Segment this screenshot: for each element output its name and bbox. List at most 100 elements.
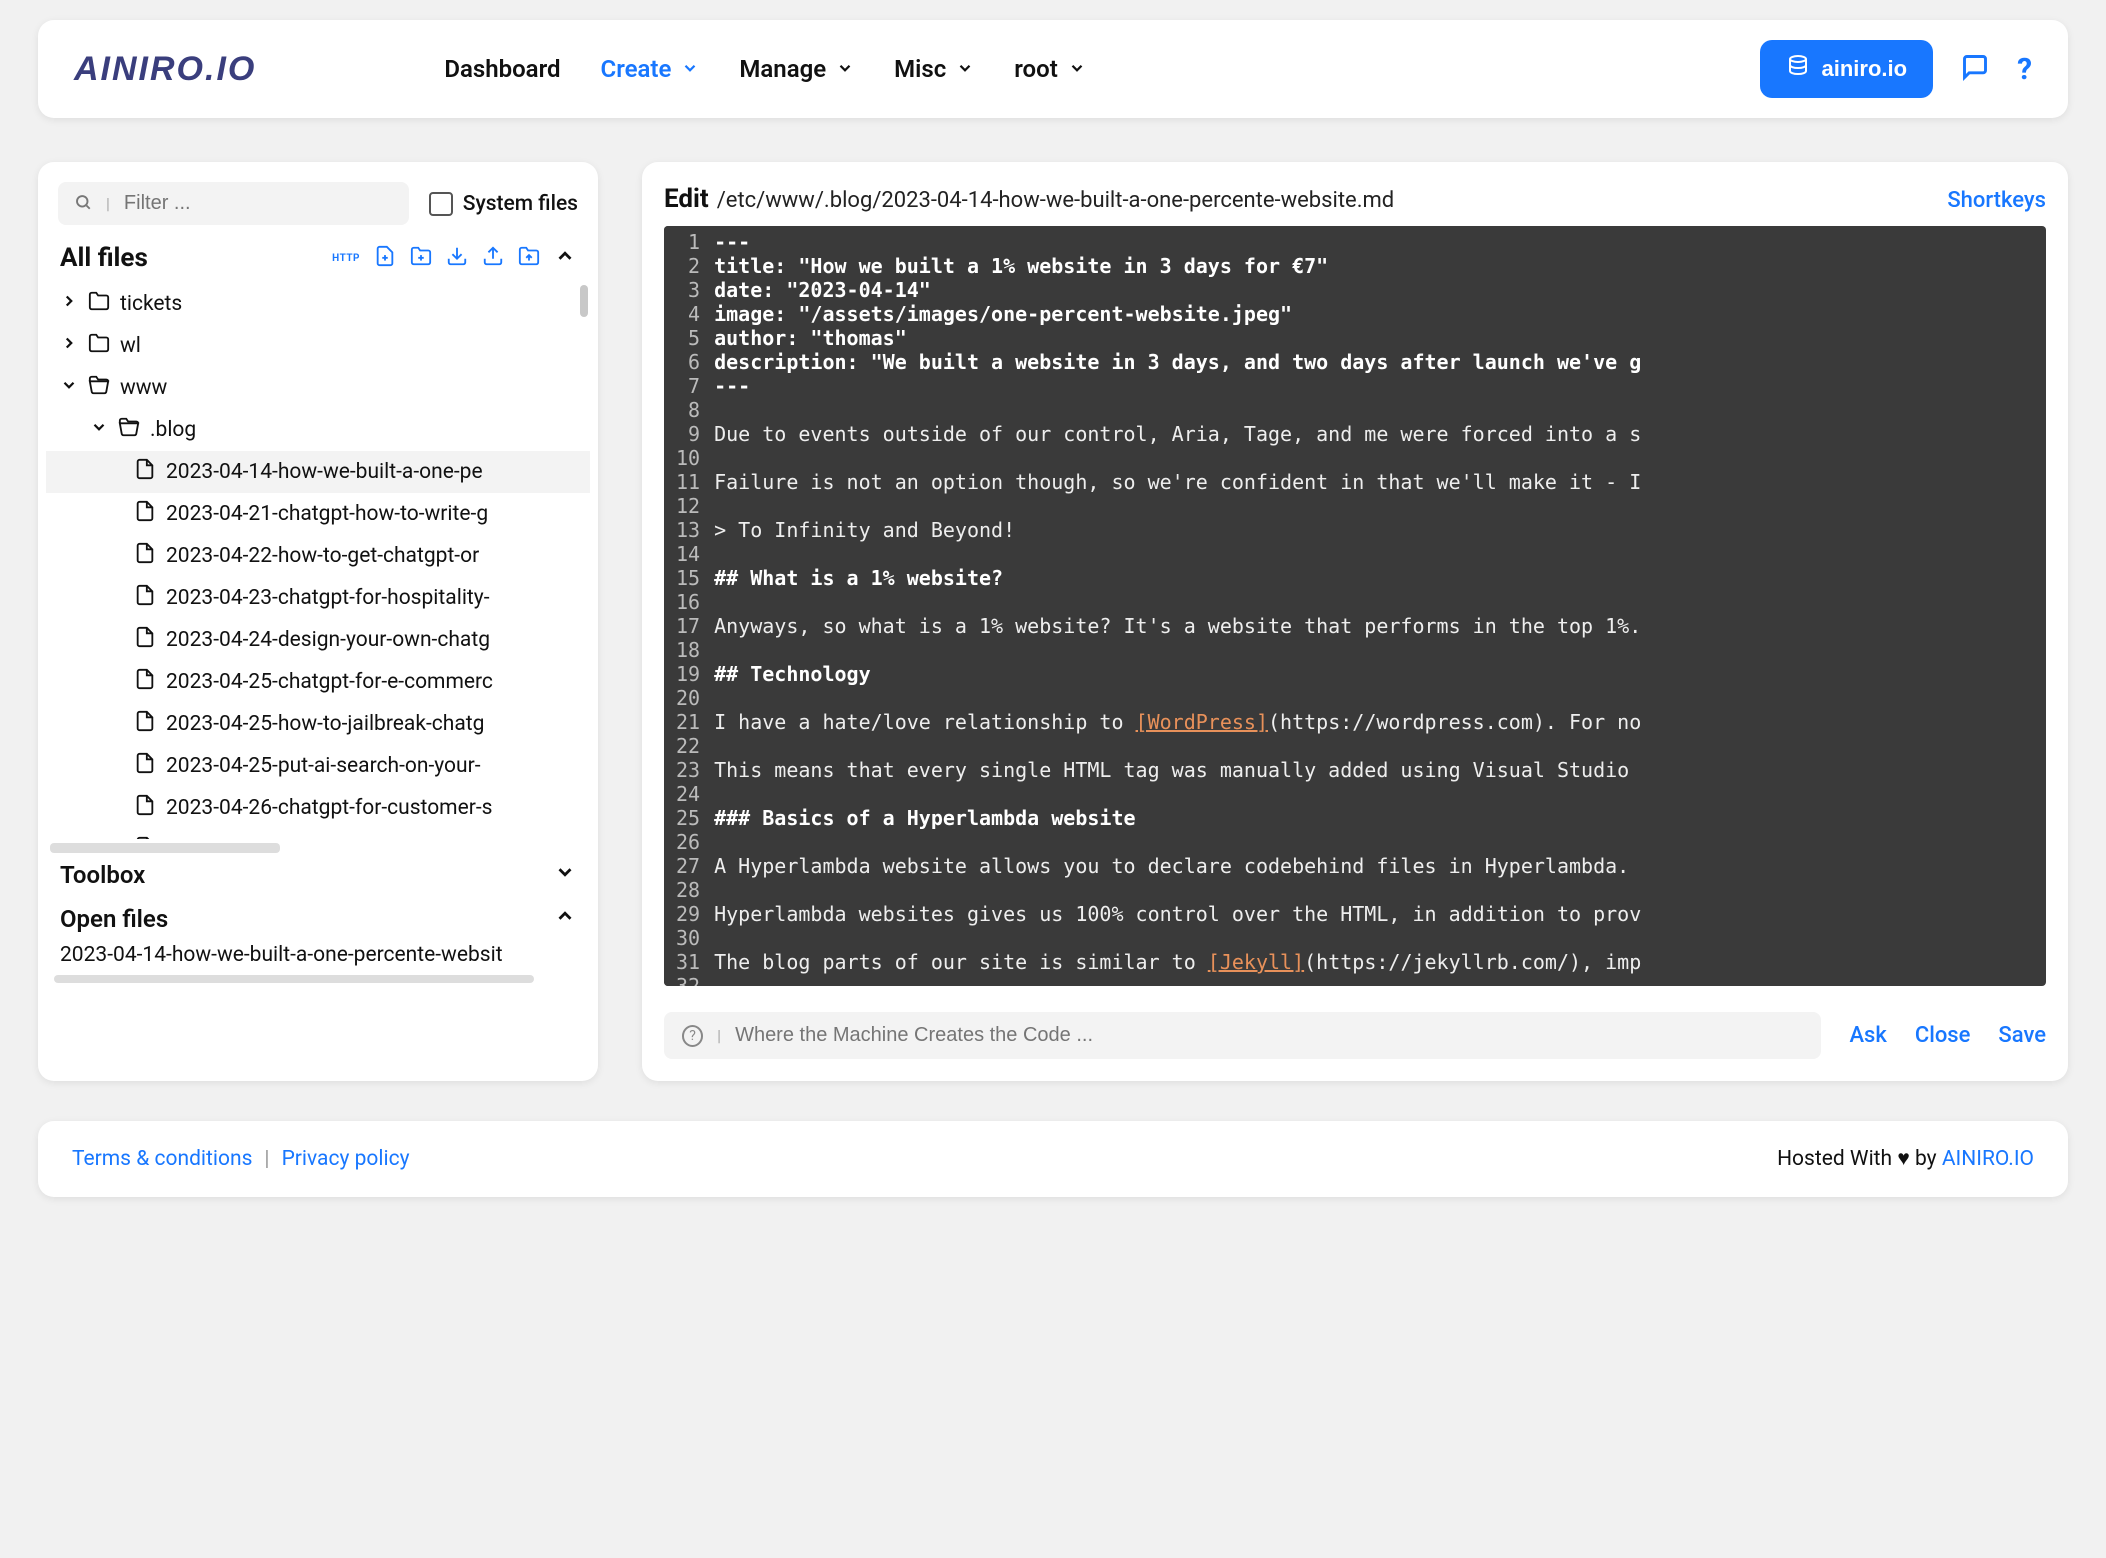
code-line: author: "thomas"	[714, 326, 1641, 350]
code-line	[714, 782, 1641, 806]
chevron-down-icon	[836, 55, 854, 83]
file-icon	[134, 584, 156, 612]
tree-file[interactable]: 2023-04-23-chatgpt-for-hospitality-	[46, 577, 590, 619]
upload-icon[interactable]	[482, 245, 504, 271]
hosted-prefix: Hosted With	[1777, 1147, 1897, 1171]
file-toolbar: HTTP	[332, 245, 576, 271]
new-file-icon[interactable]	[374, 245, 396, 271]
ainiro-link[interactable]: AINIRO.IO	[1942, 1147, 2034, 1171]
chat-icon[interactable]	[1961, 53, 1989, 85]
nav-dashboard[interactable]: Dashboard	[444, 55, 560, 83]
file-path: /etc/www/.blog/2023-04-14-how-we-built-a…	[717, 188, 1940, 213]
tree-item-label: wl	[120, 334, 141, 358]
filter-input[interactable]	[124, 192, 393, 215]
tree-item-label: .blog	[150, 418, 196, 442]
ainiro-button[interactable]: ainiro.io	[1760, 40, 1934, 98]
nav-misc[interactable]: Misc	[894, 55, 974, 83]
open-files-panel[interactable]: Open files	[46, 897, 590, 941]
horizontal-scrollbar[interactable]	[54, 975, 534, 983]
tree-item-label: 2023-04-22-how-to-get-chatgpt-or	[166, 544, 479, 568]
edit-label: Edit	[664, 184, 709, 214]
close-button[interactable]: Close	[1915, 1023, 1971, 1048]
hosted-text: Hosted With ♥ by AINIRO.IO	[1777, 1147, 2034, 1171]
open-file-item[interactable]: 2023-04-14-how-we-built-a-one-percente-w…	[46, 941, 590, 973]
code-line	[714, 398, 1641, 422]
tree-folder[interactable]: tickets	[46, 283, 590, 325]
code-line: Failure is not an option though, so we'r…	[714, 470, 1641, 494]
code-editor[interactable]: 1 2 3 4 5 6 7 8 9 10 11 12 13 14 15 16 1…	[664, 226, 2046, 986]
tree-file[interactable]: 2023-04-21-chatgpt-how-to-write-g	[46, 493, 590, 535]
nav-dashboard-label: Dashboard	[444, 55, 560, 83]
question-icon: ?	[682, 1025, 703, 1047]
tree-file[interactable]: 2023-04-22-how-to-get-chatgpt-or	[46, 535, 590, 577]
checkbox-icon[interactable]	[429, 192, 453, 216]
code-content[interactable]: ---title: "How we built a 1% website in …	[706, 226, 1649, 986]
privacy-link[interactable]: Privacy policy	[282, 1147, 410, 1171]
pipe-divider: |	[106, 194, 110, 213]
http-badge[interactable]: HTTP	[332, 253, 360, 264]
chevron-up-icon[interactable]	[554, 245, 576, 271]
code-line: The blog parts of our site is similar to…	[714, 950, 1641, 974]
prompt-box[interactable]: ? |	[664, 1012, 1821, 1059]
tree-item-label: 2023-04-14-how-we-built-a-one-pe	[166, 460, 483, 484]
footer-divider: |	[264, 1147, 269, 1171]
tree-file[interactable]: 2023-04-25-chatgpt-for-e-commerc	[46, 661, 590, 703]
code-line: This means that every single HTML tag wa…	[714, 758, 1641, 782]
tree-item-label: 2023-04-23-chatgpt-for-hospitality-	[166, 586, 490, 610]
tree-item-label: tickets	[120, 292, 182, 316]
filter-row: | System files	[46, 182, 590, 225]
code-line	[714, 926, 1641, 950]
download-icon[interactable]	[446, 245, 468, 271]
code-line: I have a hate/love relationship to [Word…	[714, 710, 1641, 734]
main-nav: Dashboard Create Manage Misc root	[444, 55, 1085, 83]
code-line: ---	[714, 374, 1641, 398]
file-icon	[134, 458, 156, 486]
nav-manage[interactable]: Manage	[739, 55, 854, 83]
help-icon[interactable]: ?	[2017, 52, 2032, 87]
prompt-input[interactable]	[735, 1024, 1803, 1047]
ask-button[interactable]: Ask	[1849, 1023, 1886, 1048]
code-line: Hyperlambda websites gives us 100% contr…	[714, 902, 1641, 926]
tree-file[interactable]: 2023-04-14-how-we-built-a-one-pe	[46, 451, 590, 493]
prompt-row: ? | Ask Close Save	[664, 1012, 2046, 1059]
nav-misc-label: Misc	[894, 55, 946, 83]
tree-folder[interactable]: wl	[46, 325, 590, 367]
tree-file[interactable]: 2023-04-24-design-your-own-chatg	[46, 619, 590, 661]
file-icon	[134, 794, 156, 822]
new-folder-icon[interactable]	[410, 245, 432, 271]
chevron-right-icon	[60, 334, 78, 358]
tree-file[interactable]: 2023-04-26-chatgpt-for-customer-s	[46, 787, 590, 829]
code-line	[714, 542, 1641, 566]
toolbox-panel[interactable]: Toolbox	[46, 853, 590, 897]
editor-panel: Edit /etc/www/.blog/2023-04-14-how-we-bu…	[642, 162, 2068, 1081]
scrollbar-thumb[interactable]	[580, 285, 588, 317]
save-button[interactable]: Save	[1998, 1023, 2046, 1048]
footer: Terms & conditions | Privacy policy Host…	[38, 1121, 2068, 1197]
code-line: Anyways, so what is a 1% website? It's a…	[714, 614, 1641, 638]
database-icon	[1786, 54, 1810, 84]
filter-box[interactable]: |	[58, 182, 409, 225]
code-line: description: "We built a website in 3 da…	[714, 350, 1641, 374]
tree-folder[interactable]: www	[46, 367, 590, 409]
code-line: ## Technology	[714, 662, 1641, 686]
file-icon	[134, 626, 156, 654]
chevron-up-icon	[554, 905, 576, 933]
nav-root[interactable]: root	[1014, 55, 1086, 83]
terms-link[interactable]: Terms & conditions	[72, 1147, 252, 1171]
upload-folder-icon[interactable]	[518, 245, 540, 271]
pipe-divider: |	[717, 1026, 721, 1045]
folder-icon	[88, 374, 110, 402]
system-files-toggle[interactable]: System files	[429, 192, 578, 216]
tree-file[interactable]: 2023-04-28-what-does-open-ai-do	[46, 829, 590, 839]
system-files-label: System files	[463, 192, 578, 216]
tree-file[interactable]: 2023-04-25-put-ai-search-on-your-	[46, 745, 590, 787]
shortkeys-link[interactable]: Shortkeys	[1947, 188, 2046, 213]
tree-file[interactable]: 2023-04-25-how-to-jailbreak-chatg	[46, 703, 590, 745]
brand-logo: AINIRO.IO	[74, 50, 256, 89]
nav-create[interactable]: Create	[601, 55, 700, 83]
horizontal-scrollbar[interactable]	[50, 843, 280, 853]
tree-folder[interactable]: .blog	[46, 409, 590, 451]
code-line: ---	[714, 230, 1641, 254]
heart-icon: ♥	[1897, 1147, 1909, 1171]
folder-icon	[88, 290, 110, 318]
